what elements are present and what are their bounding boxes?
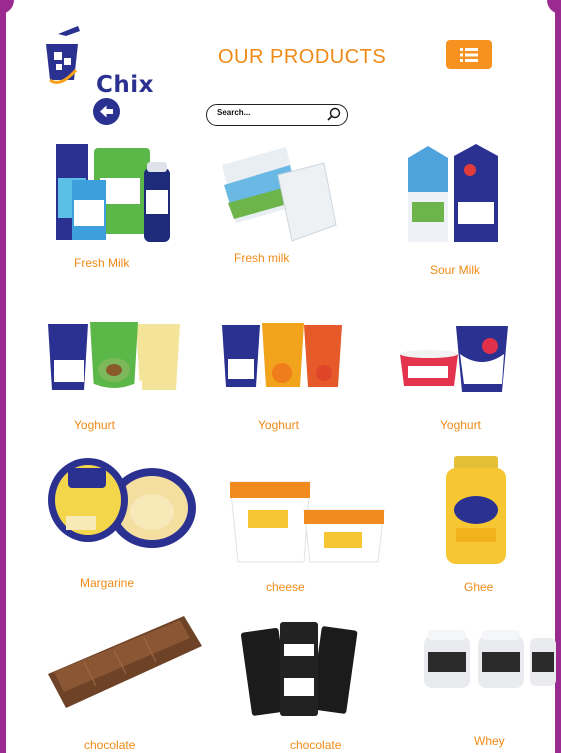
product-image-chocolate-packs[interactable] <box>240 620 358 720</box>
product-image-chocolate-bar[interactable] <box>44 612 204 712</box>
product-image-fresh-milk-pouch[interactable] <box>214 145 338 245</box>
frame-border-left <box>0 0 6 753</box>
list-icon <box>460 47 478 62</box>
product-image-whey[interactable] <box>420 628 556 692</box>
product-label[interactable]: Yoghurt <box>258 418 299 432</box>
frame-corner-right <box>547 0 561 14</box>
product-label[interactable]: chocolate <box>290 738 341 752</box>
product-label[interactable]: Whey <box>474 734 505 748</box>
product-label[interactable]: Yoghurt <box>74 418 115 432</box>
product-image-sour-milk[interactable] <box>404 142 500 246</box>
search-bar[interactable] <box>206 104 348 126</box>
product-image-yoghurt-strawberry[interactable] <box>398 324 510 394</box>
search-icon[interactable] <box>327 107 341 121</box>
product-label[interactable]: Sour Milk <box>430 263 480 277</box>
frame-corner-left <box>0 0 14 14</box>
product-image-margarine[interactable] <box>48 456 198 552</box>
product-label[interactable]: Margarine <box>80 576 134 590</box>
menu-button[interactable] <box>446 40 492 69</box>
brand-logo[interactable]: Chix <box>20 22 153 98</box>
brand-name: Chix <box>96 72 154 98</box>
product-label[interactable]: Fresh milk <box>234 251 289 265</box>
product-image-yoghurt-cups[interactable] <box>46 320 182 392</box>
back-button[interactable] <box>93 98 120 125</box>
product-label[interactable]: Yoghurt <box>440 418 481 432</box>
product-label[interactable]: Fresh Milk <box>74 256 129 270</box>
product-image-cheese[interactable] <box>226 476 386 566</box>
page-title: OUR PRODUCTS <box>218 46 387 68</box>
product-label[interactable]: Ghee <box>464 580 493 594</box>
arrow-left-icon <box>100 105 113 118</box>
product-label[interactable]: cheese <box>266 580 305 594</box>
product-label[interactable]: chocolate <box>84 738 135 752</box>
product-image-yoghurt-flavours[interactable] <box>220 321 356 391</box>
product-image-ghee[interactable] <box>442 456 510 566</box>
product-image-fresh-milk[interactable] <box>52 138 174 246</box>
search-input[interactable] <box>217 108 317 117</box>
